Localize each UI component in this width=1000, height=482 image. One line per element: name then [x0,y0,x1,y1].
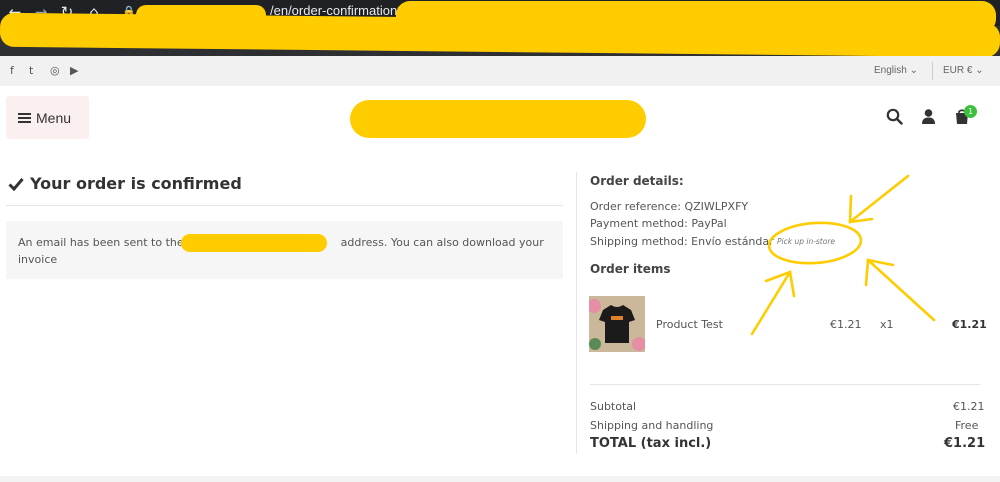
arrow-head [848,194,874,224]
order-reference: Order reference: QZIWLPXFY [590,200,749,213]
confirmation-heading: Your order is confirmed [8,174,242,193]
arrow-line [848,174,910,224]
arrow-head [764,270,796,298]
youtube-icon[interactable]: ▶ [70,64,78,77]
topbar-divider [932,62,933,80]
total-value: €1.21 [944,436,986,451]
menu-button[interactable]: Menu [6,96,89,139]
arrow-line [750,270,792,336]
cart-count-badge: 1 [964,105,977,118]
pickup-note: Pick up in-store [777,237,836,246]
order-details-title: Order details: [590,174,684,188]
order-items-title: Order items [590,262,671,276]
search-icon[interactable] [886,108,903,125]
heading-divider [6,205,563,206]
checkmark-icon [8,177,24,191]
user-icon[interactable] [921,108,936,125]
menu-label: Menu [36,109,72,126]
arrow-head [864,258,895,287]
product-total: €1.21 [952,318,987,331]
shipping-value: Free [955,419,979,432]
product-quantity: x1 [880,318,894,331]
footer-strip [0,476,1000,482]
confirmation-title: Your order is confirmed [30,174,242,193]
redaction-mark [350,100,646,138]
product-name[interactable]: Product Test [656,318,723,331]
subtotal-value: €1.21 [953,400,985,413]
instagram-icon[interactable]: ◎ [50,64,60,77]
items-divider [590,384,980,385]
subtotal-label: Subtotal [590,400,637,413]
column-divider [576,172,577,454]
arrow-line [866,258,936,322]
top-bar: f t ◎ ▶ English ⌄ EUR € ⌄ [0,56,1000,86]
redaction-mark [181,234,327,252]
hamburger-icon [18,112,31,123]
language-selector[interactable]: English ⌄ [874,65,918,76]
shipping-method: Shipping method: Envío estándar [590,235,774,248]
currency-selector[interactable]: EUR € ⌄ [943,65,984,76]
facebook-icon[interactable]: f [10,64,14,77]
shipping-label: Shipping and handling [590,419,714,432]
product-unit-price: €1.21 [830,318,862,331]
total-label: TOTAL (tax incl.) [590,436,712,451]
twitter-icon[interactable]: t [29,64,33,77]
payment-method: Payment method: PayPal [590,217,727,230]
product-thumbnail[interactable] [589,296,645,352]
invoice-link[interactable]: invoice [18,253,57,266]
